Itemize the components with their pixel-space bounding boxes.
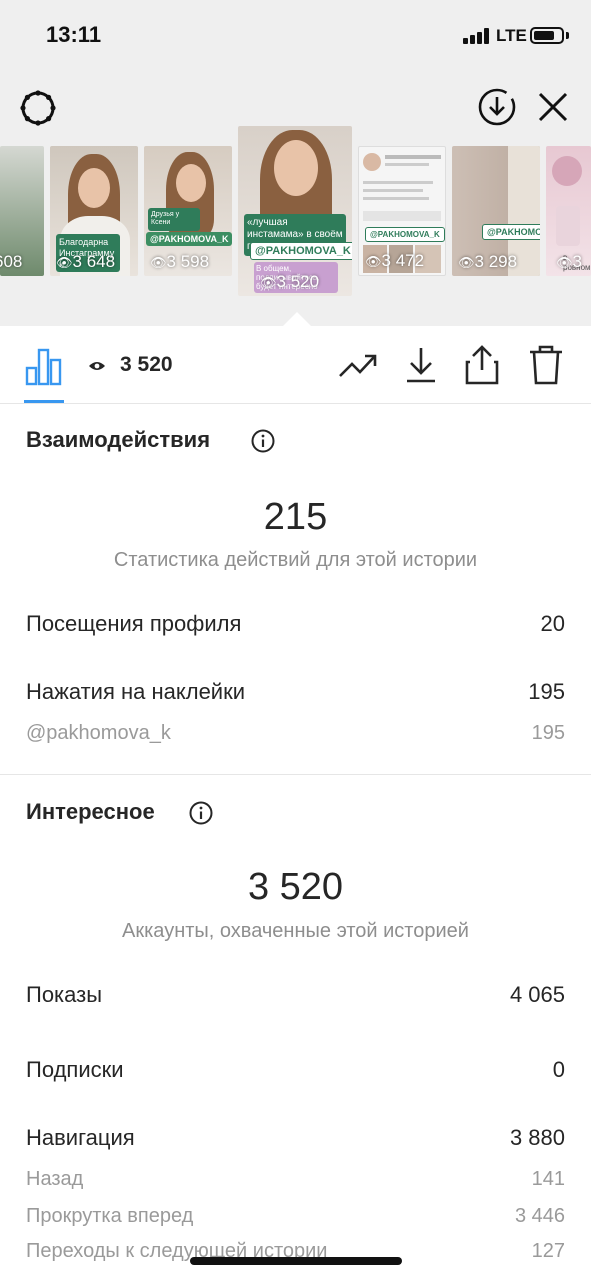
eye-icon [89, 362, 105, 370]
thumbnail-views: 3 298 [474, 252, 518, 271]
profile-visits-value: 20 [540, 611, 565, 636]
thumbnail-views: 3 [572, 252, 582, 271]
story-thumbnail[interactable]: 608 [0, 146, 44, 276]
impressions-label: Показы [26, 982, 103, 1007]
story-thumbnail[interactable]: в ровном 👁3 [546, 146, 591, 276]
sticker-handle-label: @pakhomova_k [26, 722, 171, 744]
status-time: 13:11 [46, 22, 102, 47]
thumbnail-caption: Друзья у Ксени [148, 208, 200, 231]
follows-label: Подписки [26, 1057, 124, 1082]
info-icon[interactable] [189, 801, 213, 825]
thumbnail-handle: @PAKHOMOVA_K [482, 224, 540, 240]
interactions-total: 215 [263, 496, 328, 538]
impressions-value: 4 065 [509, 982, 565, 1007]
interactions-title: Взаимодействия [26, 427, 211, 452]
thumbnail-handle: @PAKHOMOVA_K [250, 242, 352, 260]
next-story-value: 127 [531, 1240, 565, 1262]
story-thumbnail-selected[interactable]: «лучшая инстамама» в своём городе @PAKHO… [238, 126, 352, 296]
thumbnail-views: 3 472 [381, 251, 425, 270]
thumbnail-views: 608 [0, 252, 23, 271]
navigation-value: 3 880 [509, 1125, 565, 1150]
sticker-handle-value: 195 [531, 722, 565, 744]
signal-icon [463, 28, 491, 44]
promote-trend-icon[interactable] [338, 352, 378, 380]
back-value: 141 [531, 1168, 565, 1190]
section-divider [0, 774, 591, 775]
profile-visits-label: Посещения профиля [26, 611, 242, 636]
active-tab-indicator [24, 400, 64, 403]
close-icon[interactable] [536, 90, 570, 124]
back-label: Назад [26, 1168, 84, 1190]
download-icon[interactable] [404, 346, 438, 384]
story-actions-bar: 3 520 [0, 326, 591, 404]
viewers-count[interactable]: 3 520 [120, 353, 173, 377]
follows-value: 0 [552, 1057, 565, 1082]
settings-icon[interactable] [18, 88, 58, 128]
trash-icon[interactable] [528, 344, 564, 386]
navigation-label: Навигация [26, 1125, 135, 1150]
network-label: LTE [496, 26, 527, 45]
story-thumbnail[interactable]: Благодарна Инстаграмму и 👁3 648 [50, 146, 138, 276]
thumbnail-views: 3 598 [166, 252, 210, 271]
story-preview-area: 13:11 LTE 608 Благодарна Инс [0, 0, 591, 326]
share-icon[interactable] [464, 344, 500, 386]
reach-caption: Аккаунты, охваченные этой историей [122, 920, 469, 942]
sticker-taps-value: 195 [528, 679, 565, 704]
interactions-caption: Статистика действий для этой истории [113, 549, 478, 571]
status-bar: 13:11 LTE [0, 0, 591, 72]
home-indicator[interactable] [190, 1257, 402, 1265]
reach-total: 3 520 [247, 866, 344, 908]
forward-label: Прокрутка вперед [26, 1205, 194, 1227]
story-thumbnail[interactable]: @PAKHOMOVA_K 👁3 472 [358, 146, 446, 276]
thumbnail-handle: @PAKHOMOVA_K [146, 232, 232, 246]
discovery-title: Интересное [26, 799, 155, 824]
bar-chart-icon[interactable] [24, 346, 64, 386]
save-story-icon[interactable] [476, 86, 518, 128]
info-icon[interactable] [251, 429, 275, 453]
story-thumbnail[interactable]: @PAKHOMOVA_K 👁3 298 [452, 146, 540, 276]
forward-value: 3 446 [514, 1205, 565, 1227]
battery-icon [530, 27, 564, 44]
thumbnail-views: 3 520 [276, 272, 320, 291]
thumbnail-views: 3 648 [72, 252, 116, 271]
selected-story-pointer [282, 312, 312, 327]
sticker-taps-label: Нажатия на наклейки [26, 679, 246, 704]
story-thumbnail[interactable]: Друзья у Ксени @PAKHOMOVA_K 👁3 598 [144, 146, 232, 276]
